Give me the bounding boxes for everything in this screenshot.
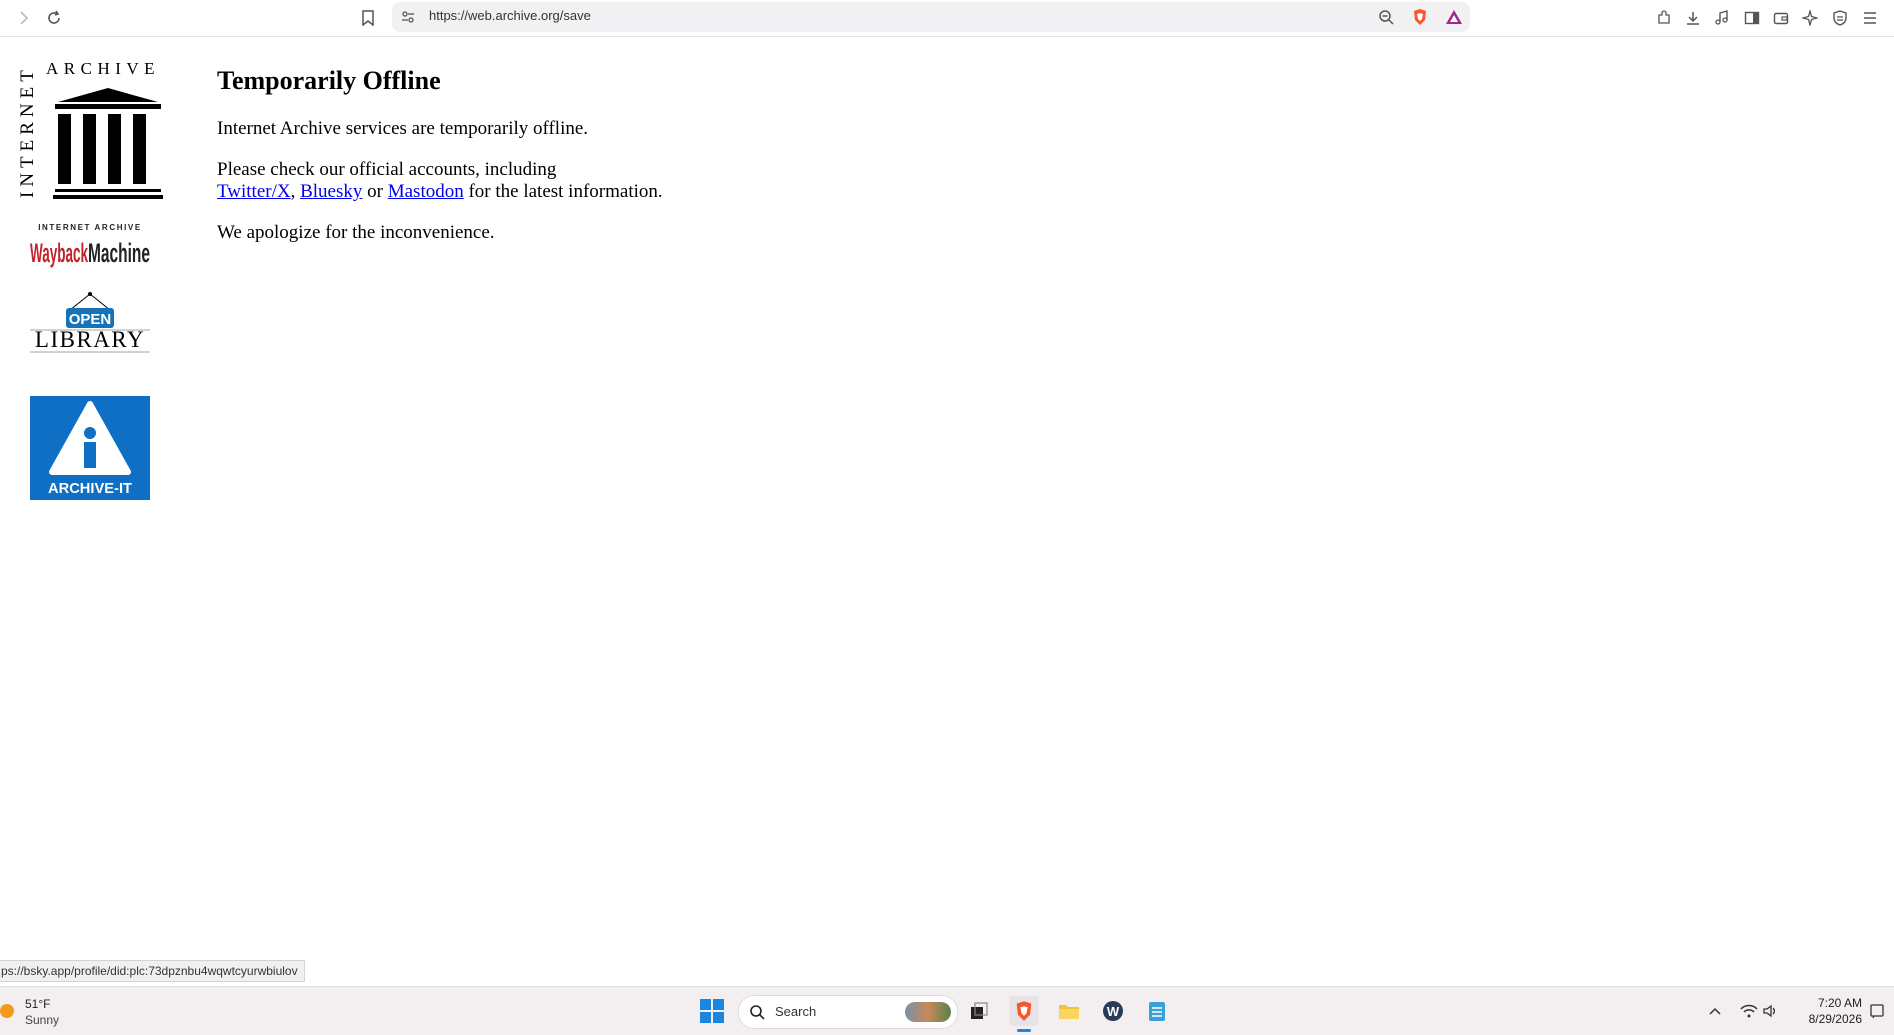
- mastodon-link[interactable]: Mastodon: [388, 181, 464, 202]
- task-view-icon[interactable]: [964, 996, 994, 1026]
- bluesky-link[interactable]: Bluesky: [300, 181, 362, 202]
- downloads-icon[interactable]: [1681, 6, 1705, 30]
- sun-icon[interactable]: [0, 1004, 14, 1018]
- media-icon[interactable]: [1710, 6, 1734, 30]
- clock-time: 7:20 AM: [1817, 996, 1862, 1010]
- svg-text:LIBRARY: LIBRARY: [35, 327, 145, 352]
- svg-text:ARCHIVE: ARCHIVE: [46, 60, 160, 78]
- svg-text:OPEN: OPEN: [69, 311, 112, 328]
- svg-text:Machine: Machine: [88, 238, 150, 268]
- notepad-icon[interactable]: [1142, 996, 1172, 1026]
- clock[interactable]: 7:20 AM 8/29/2026: [1790, 995, 1862, 1027]
- svg-text:W: W: [1107, 1004, 1120, 1019]
- page-title: Temporarily Offline: [217, 66, 441, 95]
- internet-archive-logo[interactable]: INTERNET ARCHIVE: [17, 59, 163, 204]
- start-button[interactable]: [700, 999, 724, 1023]
- leo-ai-icon[interactable]: [1798, 6, 1822, 30]
- search-highlight-icon: [905, 1002, 951, 1022]
- apology-message: We apologize for the inconvenience.: [217, 222, 495, 243]
- open-library-logo[interactable]: OPEN LIBRARY: [28, 290, 152, 356]
- volume-icon[interactable]: [1755, 996, 1785, 1026]
- brave-shields-icon[interactable]: [1408, 5, 1432, 29]
- accounts-suffix: for the latest information.: [468, 181, 663, 202]
- svg-text:INTERNET: INTERNET: [18, 65, 38, 198]
- or-text: or: [367, 181, 383, 202]
- twitter-link[interactable]: Twitter/X: [217, 181, 291, 202]
- accounts-prefix: Please check our official accounts, incl…: [217, 159, 557, 180]
- search-icon: [745, 1000, 769, 1024]
- reload-icon[interactable]: [42, 6, 66, 30]
- offline-message: Internet Archive services are temporaril…: [217, 118, 589, 139]
- site-settings-icon[interactable]: [396, 5, 420, 29]
- brave-browser-taskbar-icon[interactable]: [1009, 996, 1039, 1032]
- brave-rewards-icon[interactable]: [1442, 5, 1466, 29]
- svg-text:Wayback: Wayback: [30, 238, 88, 268]
- chevron-up-icon[interactable]: [1700, 996, 1730, 1026]
- page-content: Temporarily Offline Internet Archive ser…: [217, 60, 777, 263]
- browser-toolbar: https://web.archive.org/save: [0, 0, 1894, 37]
- address-bar[interactable]: https://web.archive.org/save: [392, 2, 1470, 32]
- weather-temperature[interactable]: 51°F: [25, 997, 50, 1011]
- search-label: Search: [775, 1004, 817, 1019]
- check-accounts-message: Please check our official accounts, incl…: [217, 159, 777, 203]
- clock-date: 8/29/2026: [1808, 1012, 1862, 1026]
- file-explorer-icon[interactable]: [1054, 996, 1084, 1026]
- forward-icon[interactable]: [12, 6, 36, 30]
- link-status-url: ps://bsky.app/profile/did:plc:73dpznbu4w…: [0, 960, 305, 982]
- notifications-icon[interactable]: [1862, 996, 1892, 1026]
- wallet-icon[interactable]: [1769, 6, 1793, 30]
- taskbar-search[interactable]: Search: [738, 995, 958, 1029]
- archive-it-logo[interactable]: ARCHIVE-IT: [30, 396, 150, 500]
- sidebar-icon[interactable]: [1740, 6, 1764, 30]
- word-app-icon[interactable]: W: [1098, 996, 1128, 1026]
- zoom-icon[interactable]: [1374, 5, 1398, 29]
- svg-text:INTERNET ARCHIVE: INTERNET ARCHIVE: [38, 223, 142, 232]
- vpn-icon[interactable]: [1828, 6, 1852, 30]
- extensions-icon[interactable]: [1652, 6, 1676, 30]
- url-text[interactable]: https://web.archive.org/save: [429, 8, 591, 23]
- taskbar: 51°F Sunny Search W 7:20 AM 8/29/2026: [0, 986, 1894, 1035]
- weather-description[interactable]: Sunny: [25, 1013, 59, 1027]
- menu-icon[interactable]: [1858, 6, 1882, 30]
- bookmark-icon[interactable]: [356, 6, 380, 30]
- wayback-machine-logo[interactable]: INTERNET ARCHIVE Wayback Machine: [28, 222, 152, 272]
- svg-text:ARCHIVE-IT: ARCHIVE-IT: [48, 480, 132, 497]
- comma: ,: [290, 181, 296, 202]
